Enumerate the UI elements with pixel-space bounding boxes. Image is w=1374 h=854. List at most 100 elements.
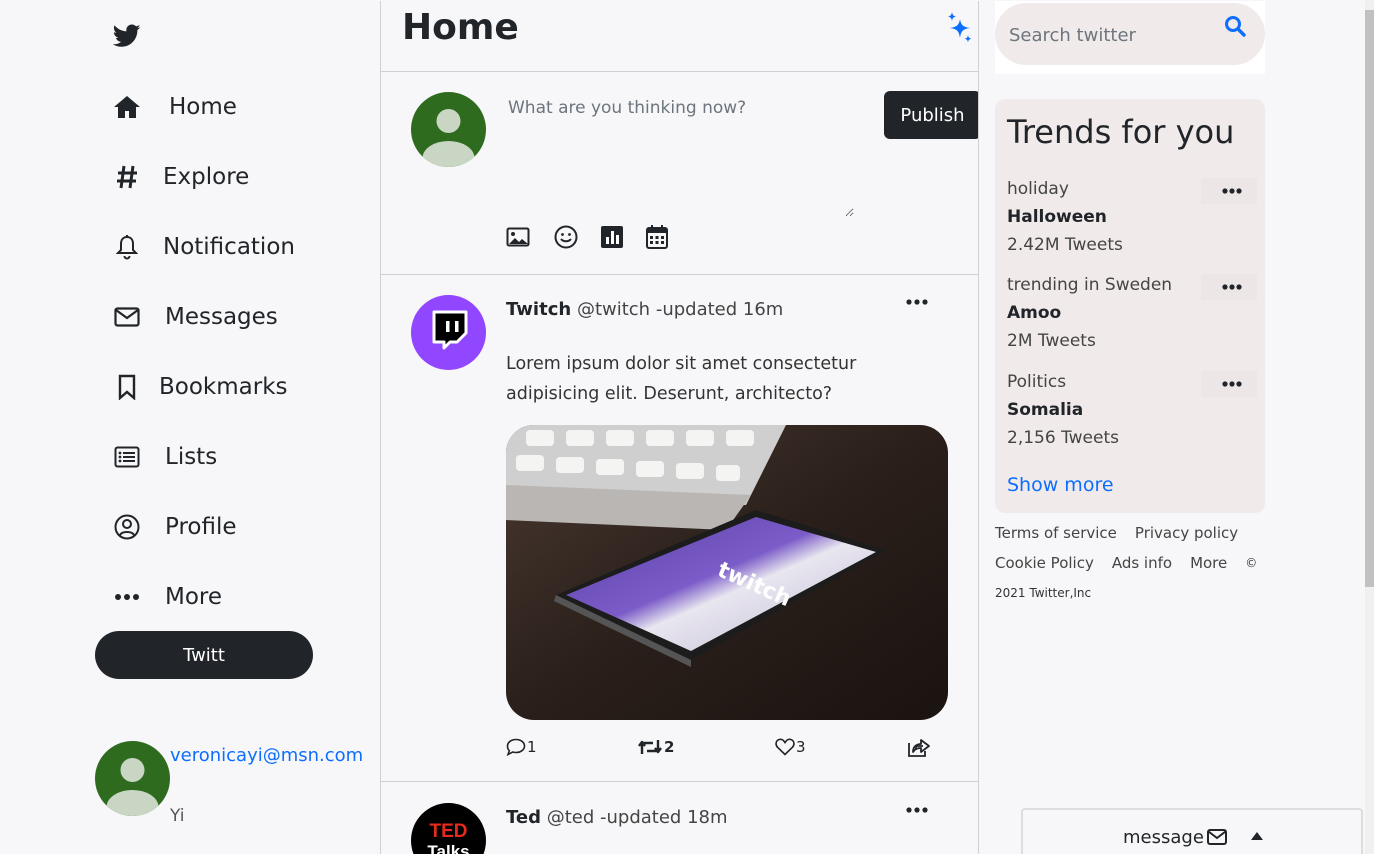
trend-item[interactable]: holiday Halloween 2.42M Tweets — [1007, 175, 1257, 259]
caret-up-icon[interactable] — [1251, 832, 1263, 840]
envelope-icon — [113, 303, 141, 331]
nav-item-label: More — [165, 584, 223, 610]
home-icon — [113, 93, 141, 121]
twitter-bird-icon[interactable] — [113, 24, 141, 48]
user-name: Yi — [170, 806, 185, 826]
tweet-handle[interactable]: @twitch — [577, 299, 650, 320]
list-icon — [113, 443, 141, 471]
bookmark-icon — [113, 373, 141, 401]
like-button[interactable]: 3 — [775, 738, 806, 756]
user-email[interactable]: veronicayi@msn.com — [170, 745, 363, 766]
share-button[interactable] — [907, 738, 931, 758]
trend-name: Halloween — [1007, 207, 1107, 227]
trend-more-icon[interactable] — [1201, 371, 1257, 397]
retweet-count: 2 — [664, 738, 675, 756]
trend-count: 2.42M Tweets — [1007, 235, 1123, 255]
tweet-handle[interactable]: @ted — [547, 807, 595, 828]
nav-item-explore[interactable]: Explore — [113, 157, 249, 197]
footer-link-ads[interactable]: Ads info — [1112, 554, 1172, 572]
tweet-timestamp: -updated 18m — [600, 807, 728, 828]
trend-more-icon[interactable] — [1201, 274, 1257, 300]
calendar-icon[interactable] — [644, 224, 670, 250]
main-feed: Home Publish Twitch @twitch -up — [380, 1, 979, 854]
search-container — [995, 1, 1265, 74]
nav-item-label: Home — [169, 94, 237, 120]
message-drawer-label: message — [1123, 827, 1204, 848]
nav-item-label: Notification — [163, 234, 295, 260]
footer-link-cookie[interactable]: Cookie Policy — [995, 554, 1094, 572]
trend-count: 2M Tweets — [1007, 331, 1096, 351]
user-circle-icon — [113, 513, 141, 541]
trends-panel: Trends for you holiday Halloween 2.42M T… — [995, 99, 1265, 513]
retweet-button[interactable]: 2 — [637, 738, 674, 756]
reply-button[interactable]: 1 — [506, 738, 537, 756]
search-icon[interactable] — [1224, 15, 1246, 37]
footer-link-privacy[interactable]: Privacy policy — [1135, 524, 1238, 542]
nav-item-home[interactable]: Home — [113, 87, 237, 127]
nav-item-label: Bookmarks — [159, 374, 288, 400]
tweet-author[interactable]: Twitch — [506, 299, 571, 320]
message-drawer[interactable]: message — [1021, 808, 1363, 854]
tweet-text: Lorem ipsum dolor sit amet consectetur a… — [506, 354, 857, 404]
trend-name: Somalia — [1007, 400, 1084, 420]
tweet[interactable]: TED Talks Ted @ted -updated 18m — [381, 782, 978, 854]
tweet-image[interactable]: twitch — [506, 425, 948, 720]
page-title: Home — [402, 7, 519, 48]
nav-item-bookmarks[interactable]: Bookmarks — [113, 367, 288, 407]
nav-item-more[interactable]: More — [113, 577, 222, 617]
trend-name: Amoo — [1007, 303, 1062, 323]
poll-icon[interactable] — [599, 224, 625, 250]
svg-text:TED: TED — [430, 821, 468, 842]
search-input[interactable] — [1009, 17, 1209, 53]
tweet[interactable]: Twitch @twitch -updated 16m Lorem ipsum … — [381, 275, 978, 782]
footer-link-terms[interactable]: Terms of service — [995, 524, 1117, 542]
ted-avatar[interactable]: TED Talks — [411, 803, 486, 854]
nav-item-label: Profile — [165, 514, 237, 540]
copyright-symbol: © — [1245, 556, 1258, 570]
copyright-text: 2021 Twitter,Inc — [995, 586, 1092, 600]
trend-count: 2,156 Tweets — [1007, 428, 1119, 448]
trend-item[interactable]: Politics Somalia 2,156 Tweets — [1007, 368, 1257, 452]
bell-icon — [113, 233, 141, 261]
tweet-author[interactable]: Ted — [506, 807, 541, 828]
nav-item-label: Messages — [165, 304, 278, 330]
footer-links: Terms of service Privacy policy Cookie P… — [995, 518, 1265, 608]
like-count: 3 — [796, 738, 806, 756]
tweet-more-icon[interactable] — [906, 299, 934, 311]
ellipsis-icon — [113, 583, 141, 611]
show-more-link[interactable]: Show more — [1007, 474, 1114, 496]
left-sidebar: Home Explore Notification Messages Bookm… — [0, 0, 380, 854]
trend-more-icon[interactable] — [1201, 178, 1257, 204]
tweet-composer: Publish — [381, 72, 978, 275]
twitt-button[interactable]: Twitt — [95, 631, 313, 679]
search-box — [995, 3, 1265, 65]
compose-input[interactable] — [496, 90, 854, 217]
nav-item-label: Lists — [165, 444, 218, 470]
trend-item[interactable]: trending in Sweden Amoo 2M Tweets — [1007, 271, 1257, 355]
scrollbar-thumb[interactable] — [1365, 10, 1374, 587]
trends-title: Trends for you — [1007, 113, 1235, 151]
nav-item-label: Explore — [163, 164, 250, 190]
retweet-icon — [637, 738, 663, 756]
nav-item-profile[interactable]: Profile — [113, 507, 237, 547]
publish-button[interactable]: Publish — [884, 91, 978, 139]
svg-text:Talks: Talks — [427, 842, 469, 854]
tweet-more-icon[interactable] — [906, 807, 934, 819]
heart-icon — [775, 738, 795, 756]
emoji-icon[interactable] — [553, 224, 579, 250]
twitch-avatar[interactable] — [411, 295, 486, 370]
tweet-header: Ted @ted -updated 18m — [506, 807, 728, 828]
nav-item-notification[interactable]: Notification — [113, 227, 295, 267]
share-icon — [907, 738, 931, 758]
hashtag-icon — [113, 163, 141, 191]
avatar[interactable] — [95, 741, 170, 816]
nav-item-lists[interactable]: Lists — [113, 437, 217, 477]
footer-link-more[interactable]: More — [1190, 554, 1227, 572]
comment-icon — [506, 738, 526, 756]
nav-item-messages[interactable]: Messages — [113, 297, 278, 337]
feed-header: Home — [381, 1, 978, 72]
image-icon[interactable] — [505, 224, 531, 250]
sparkle-icon[interactable] — [946, 11, 974, 45]
tweet-header: Twitch @twitch -updated 16m — [506, 299, 783, 320]
reply-count: 1 — [527, 738, 537, 756]
